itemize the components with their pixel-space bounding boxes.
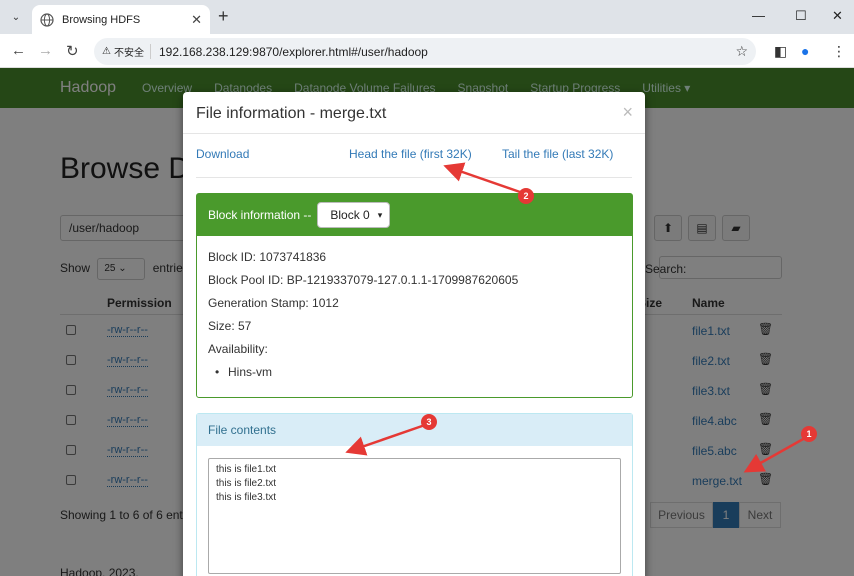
arrow-1 [743, 436, 806, 473]
arrow-3 [345, 423, 426, 456]
annotation-arrows [345, 162, 806, 473]
annotation-badge-1: 1 [801, 426, 817, 442]
annotation-badge-3: 3 [421, 414, 437, 430]
annotation-badge-2: 2 [518, 188, 534, 204]
arrow-2 [443, 162, 521, 194]
